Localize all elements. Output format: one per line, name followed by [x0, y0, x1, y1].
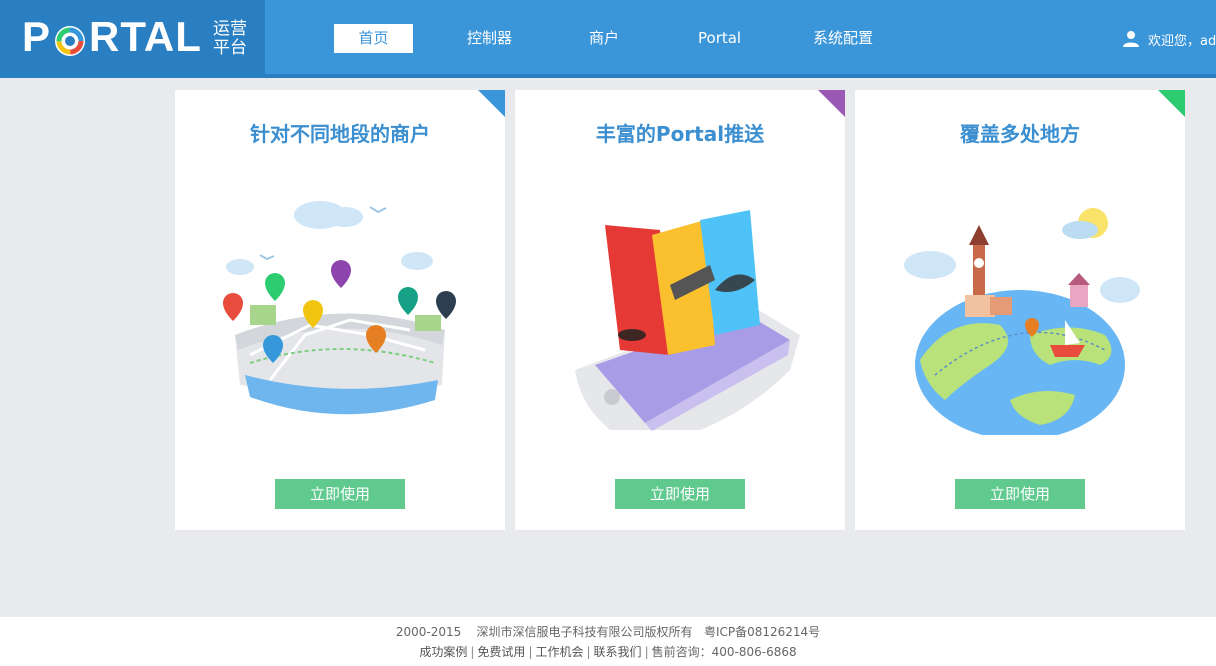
card-title: 覆盖多处地方 [960, 122, 1080, 146]
card-title-suffix: 推送 [724, 122, 765, 146]
card-title: 针对不同地段的商户 [250, 122, 430, 146]
top-header: P RTAL 运营 平台 首页 控制器 商户 Portal 系统配置 欢迎您，a… [0, 0, 1216, 78]
logo-letters-rtal: RTAL [89, 13, 202, 60]
logo-subtitle: 运营 平台 [213, 20, 253, 58]
footer-link-jobs[interactable]: 工作机会 [535, 645, 583, 659]
use-now-button[interactable]: 立即使用 [275, 479, 405, 509]
footer-links: 成功案例 | 免费试用 | 工作机会 | 联系我们 | 售前咨询：400-806-6868 [0, 643, 1216, 660]
feature-card-portal: 丰富的Portal推送 立即使用 [515, 90, 845, 530]
card-title-prefix: 丰富的 [595, 122, 656, 146]
footer-copyright: 2000-2015 深圳市深信服电子科技有限公司版权所有 粤ICP备081262… [395, 625, 821, 639]
user-greeting: 欢迎您，adm [1148, 33, 1216, 49]
logo[interactable]: P RTAL 运营 平台 [0, 0, 265, 74]
footer-link-free-trial[interactable]: 免费试用 [477, 645, 525, 659]
logo-subtitle-line2: 平台 [213, 38, 247, 58]
city-map-illustration [223, 201, 456, 415]
card-corner-ribbon [818, 90, 845, 117]
feature-card-merchants: 针对不同地段的商户 立即使用 [175, 90, 505, 530]
feature-card-coverage: 覆盖多处地方 立即使用 [855, 90, 1185, 530]
phone-cards-illustration [575, 210, 800, 431]
logo-wordmark: P RTAL [22, 13, 202, 60]
nav-item-home[interactable]: 首页 [334, 24, 413, 53]
card-title: 丰富的Portal推送 [515, 118, 845, 147]
card-corner-ribbon [478, 90, 505, 117]
nav-item-controller[interactable]: 控制器 [467, 24, 512, 53]
logo-ring-icon [53, 20, 87, 56]
footer-separator: | [586, 645, 591, 659]
card-title-bold: Portal [655, 122, 725, 146]
footer-separator: | [528, 645, 533, 659]
nav-item-system-config[interactable]: 系统配置 [813, 24, 873, 53]
logo-letter-p: P [22, 13, 52, 60]
card-corner-ribbon [1158, 90, 1185, 117]
user-menu[interactable]: 欢迎您，adm [1122, 29, 1216, 49]
nav-item-merchant[interactable]: 商户 [589, 24, 619, 53]
user-icon [1123, 31, 1139, 47]
footer-link-contact[interactable]: 联系我们 [594, 645, 642, 659]
page-footer: 2000-2015 深圳市深信服电子科技有限公司版权所有 粤ICP备081262… [0, 617, 1216, 666]
nav-item-portal[interactable]: Portal [698, 24, 741, 53]
use-now-button[interactable]: 立即使用 [955, 479, 1085, 509]
footer-separator: | [470, 645, 475, 659]
footer-link-cases[interactable]: 成功案例 [419, 645, 467, 659]
footer-hotline: 售前咨询：400-806-6868 [651, 645, 797, 659]
footer-separator: | [644, 645, 649, 659]
use-now-button[interactable]: 立即使用 [615, 479, 745, 509]
globe-illustration [904, 208, 1140, 435]
logo-subtitle-line1: 运营 [213, 19, 247, 39]
